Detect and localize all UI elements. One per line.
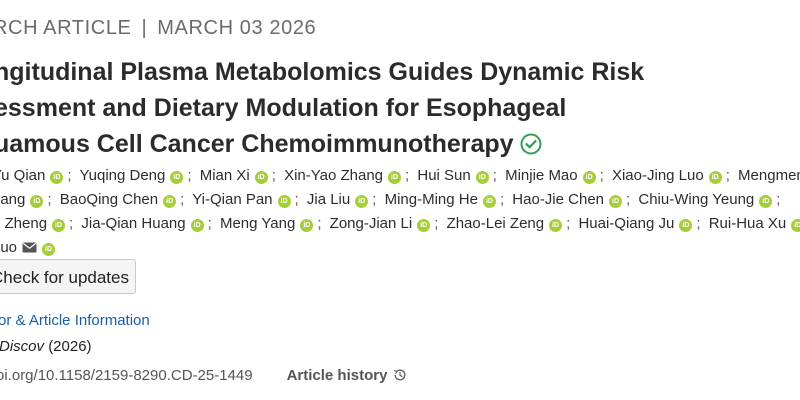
author-separator: ;: [626, 191, 631, 208]
author-name[interactable]: Minjie Mao: [505, 167, 578, 184]
orcid-icon[interactable]: iD: [30, 195, 44, 208]
orcid-icon[interactable]: iD: [190, 219, 204, 232]
orcid-icon[interactable]: iD: [163, 195, 177, 208]
author-separator: ;: [405, 167, 410, 184]
title-line-2: essment and Dietary Modulation for Esoph…: [0, 94, 567, 122]
check-for-updates-button[interactable]: Check for updates: [0, 259, 136, 294]
author-separator: ;: [725, 167, 730, 184]
author-name[interactable]: Yu Qian: [0, 167, 45, 184]
orcid-icon[interactable]: iD: [277, 195, 291, 208]
article-type: RCH ARTICLE: [0, 17, 132, 39]
check-circle-icon[interactable]: [520, 129, 542, 165]
author-name[interactable]: Rui-Hua Xu: [709, 215, 787, 232]
orcid-icon[interactable]: iD: [759, 195, 773, 208]
orcid-icon[interactable]: iD: [708, 171, 722, 184]
meta-separator: |: [141, 17, 148, 39]
author-name[interactable]: Zhao-Lei Zeng: [447, 215, 545, 232]
article-meta: RCH ARTICLE | MARCH 03 2026: [0, 17, 316, 40]
author-name[interactable]: Huai-Qiang Ju: [578, 215, 674, 232]
article-title: ngitudinal Plasma Metabolomics Guides Dy…: [0, 54, 800, 165]
article-history-button[interactable]: Article history: [287, 367, 408, 384]
author-name[interactable]: Mian Xi: [200, 167, 250, 184]
article-history-label: Article history: [286, 367, 388, 384]
author-name[interactable]: hang: [0, 191, 25, 208]
author-separator: ;: [271, 167, 276, 184]
history-clock-icon: [393, 368, 407, 386]
doi-link[interactable]: oi.org/10.1158/2159-8290.CD-25-1449: [0, 367, 253, 384]
author-name[interactable]: Ming-Ming He: [385, 191, 478, 208]
citation-year: (2026): [48, 338, 92, 355]
author-separator: ;: [776, 191, 781, 208]
orcid-icon[interactable]: iD: [170, 171, 184, 184]
author-name[interactable]: Xin-Yao Zhang: [284, 167, 383, 184]
author-separator: ;: [294, 191, 299, 208]
title-line-3-text: uamous Cell Cancer Chemoimmunotherapy: [0, 130, 514, 158]
author-name[interactable]: Meng Yang: [220, 215, 295, 232]
author-name[interactable]: Zong-Jian Li: [330, 215, 413, 232]
orcid-icon[interactable]: iD: [549, 219, 563, 232]
orcid-icon[interactable]: iD: [679, 219, 693, 232]
author-separator: ;: [599, 167, 604, 184]
orcid-icon[interactable]: iD: [52, 219, 66, 232]
author-separator: ;: [317, 215, 322, 232]
author-name[interactable]: Jia-Qian Huang: [81, 215, 185, 232]
author-separator: ;: [180, 191, 185, 208]
author-name[interactable]: Mengmeng: [738, 167, 800, 184]
author-row: Luo iD: [0, 236, 800, 261]
orcid-icon[interactable]: iD: [582, 171, 596, 184]
author-name[interactable]: Jia Liu: [307, 191, 350, 208]
author-separator: ;: [566, 215, 571, 232]
orcid-icon[interactable]: iD: [42, 243, 56, 256]
author-separator: ;: [207, 215, 212, 232]
author-name[interactable]: g Zheng: [0, 215, 47, 232]
orcid-icon[interactable]: iD: [355, 195, 369, 208]
citation-line: Discov (2026): [0, 338, 92, 355]
author-name[interactable]: Luo: [0, 239, 17, 256]
orcid-icon[interactable]: iD: [475, 171, 489, 184]
title-line-1: ngitudinal Plasma Metabolomics Guides Dy…: [0, 58, 645, 86]
author-separator: ;: [434, 215, 439, 232]
orcid-icon[interactable]: iD: [482, 195, 496, 208]
author-row: hangiD; BaoQing CheniD; Yi-Qian PaniD; J…: [0, 188, 800, 212]
author-name[interactable]: Yuqing Deng: [79, 167, 165, 184]
author-separator: ;: [67, 167, 72, 184]
author-article-information-link[interactable]: or & Article Information: [0, 312, 150, 329]
author-name[interactable]: Yi-Qian Pan: [192, 191, 272, 208]
envelope-icon[interactable]: [22, 237, 37, 261]
article-header: RCH ARTICLE | MARCH 03 2026 ngitudinal Pla…: [0, 0, 800, 400]
author-row: Yu Qian iD; Yuqing Deng iD; Mian Xi iD; Xin…: [0, 164, 800, 188]
doi-row: oi.org/10.1158/2159-8290.CD-25-1449 Artic…: [0, 367, 407, 386]
orcid-icon[interactable]: iD: [50, 171, 64, 184]
author-separator: ;: [187, 167, 192, 184]
orcid-icon[interactable]: iD: [388, 171, 402, 184]
author-name[interactable]: Hui Sun: [417, 167, 470, 184]
orcid-icon[interactable]: iD: [254, 171, 268, 184]
author-row: g Zheng iD; Jia-Qian Huang iD; Meng Yang iD…: [0, 212, 800, 236]
title-line-3: uamous Cell Cancer Chemoimmunotherapy: [0, 126, 800, 165]
author-name[interactable]: Hao-Jie Chen: [512, 191, 604, 208]
author-separator: ;: [696, 215, 701, 232]
author-separator: ;: [499, 191, 505, 208]
author-name[interactable]: Xiao-Jing Luo: [612, 167, 704, 184]
author-separator: ;: [492, 167, 497, 184]
orcid-icon[interactable]: iD: [417, 219, 431, 232]
orcid-icon[interactable]: iD: [791, 219, 800, 232]
article-date: MARCH 03 2026: [157, 17, 317, 39]
author-separator: ;: [47, 191, 52, 208]
author-separator: ;: [69, 215, 74, 232]
journal-name: Discov: [0, 338, 45, 355]
author-list: Yu Qian iD; Yuqing Deng iD; Mian Xi iD; Xin…: [0, 164, 800, 261]
orcid-icon[interactable]: iD: [300, 219, 314, 232]
author-separator: ;: [372, 191, 377, 208]
author-name[interactable]: BaoQing Chen: [60, 191, 158, 208]
author-name[interactable]: Chiu-Wing Yeung: [638, 191, 754, 208]
orcid-icon[interactable]: iD: [609, 195, 623, 208]
